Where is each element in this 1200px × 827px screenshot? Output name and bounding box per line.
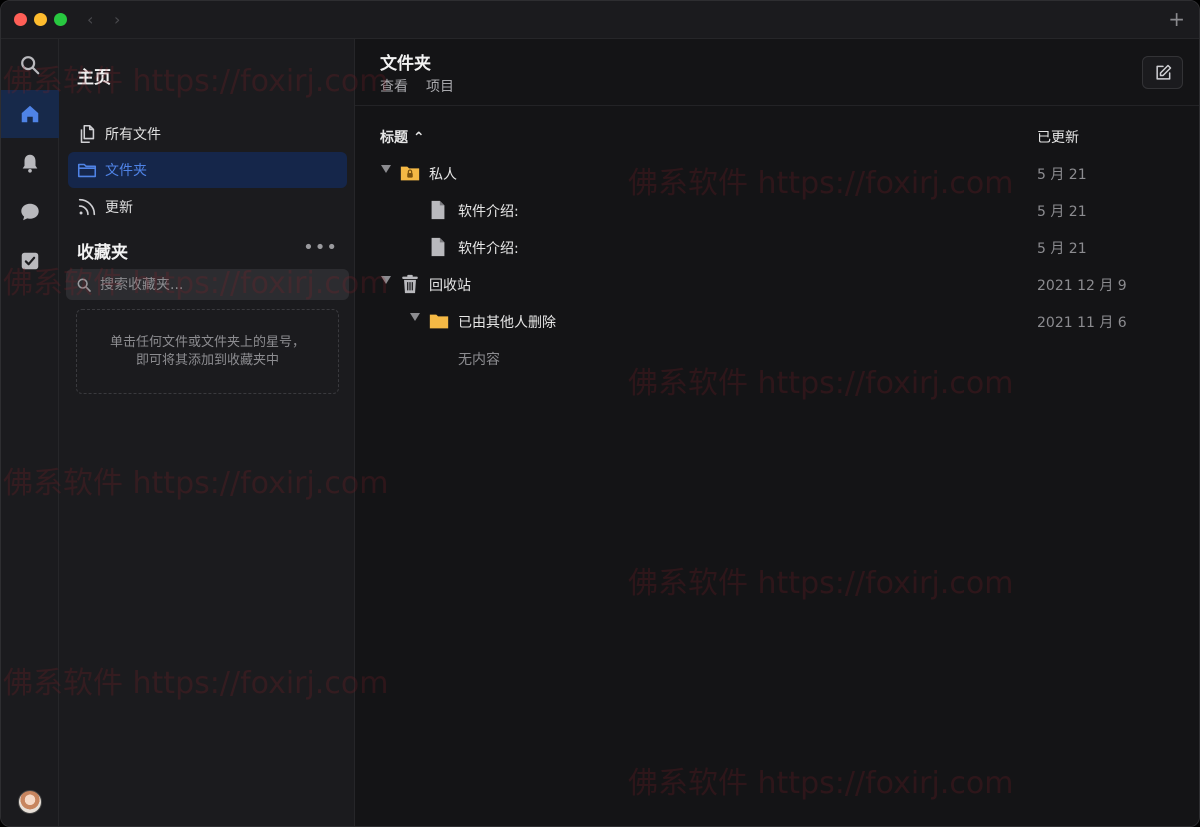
sidebar-item-folders[interactable]: 文件夹 (68, 152, 347, 188)
main-header: 文件夹 查看 项目 (355, 39, 1199, 106)
rail-notifications-button[interactable] (1, 139, 59, 187)
home-icon (21, 105, 39, 123)
tab-view[interactable]: 查看 (380, 76, 408, 96)
bell-icon (22, 154, 38, 173)
expand-caret-icon[interactable] (381, 276, 391, 284)
rail-search-button[interactable] (1, 41, 59, 89)
files-icon (80, 124, 95, 144)
page-title: 文件夹 (380, 54, 431, 74)
rss-icon (78, 198, 96, 216)
expand-caret-icon[interactable] (381, 165, 391, 173)
sidebar-title: 主页 (77, 68, 111, 88)
forward-arrow-icon[interactable]: › (114, 10, 120, 29)
maximize-window-button[interactable] (54, 13, 67, 26)
app-window: ‹ › + 主页 所有文件 文件夹 更新 收藏夹 ••• 搜索收藏夹... 单击… (0, 0, 1200, 827)
sidebar-item-all-files[interactable]: 所有文件 (68, 116, 347, 152)
row-name: 已由其他人删除 (458, 315, 556, 331)
folder-icon (77, 163, 97, 178)
locked-folder-icon (399, 162, 421, 184)
row-name: 软件介绍: (458, 241, 519, 257)
sidebar-item-label: 更新 (105, 200, 133, 216)
sidebar: 主页 所有文件 文件夹 更新 收藏夹 ••• 搜索收藏夹... 单击任何文件或文… (59, 39, 355, 826)
empty-folder-note: 无内容 (458, 352, 500, 368)
rail-home-button[interactable] (1, 90, 59, 138)
row-date: 5 月 21 (1037, 204, 1087, 220)
compose-icon (1155, 64, 1171, 80)
favorites-more-button[interactable]: ••• (303, 237, 338, 258)
sidebar-item-label: 所有文件 (105, 127, 161, 143)
favorites-search-box[interactable] (66, 269, 349, 300)
expand-caret-icon[interactable] (410, 313, 420, 321)
table-row[interactable]: 已由其他人删除 2021 11 月 6 (355, 303, 1199, 340)
minimize-window-button[interactable] (34, 13, 47, 26)
row-date: 2021 11 月 6 (1037, 315, 1127, 331)
row-date: 2021 12 月 9 (1037, 278, 1127, 294)
row-name: 私人 (429, 167, 457, 183)
sidebar-item-updates[interactable]: 更新 (68, 189, 347, 225)
table-row[interactable]: 回收站 2021 12 月 9 (355, 266, 1199, 303)
chat-icon (21, 203, 39, 221)
close-window-button[interactable] (14, 13, 27, 26)
sidebar-item-label: 文件夹 (105, 163, 147, 179)
new-document-button[interactable] (1142, 56, 1183, 89)
icon-rail (1, 39, 59, 826)
table-row[interactable]: 软件介绍: 5 月 21 (355, 192, 1199, 229)
table-row[interactable]: 软件介绍: 5 月 21 (355, 229, 1199, 266)
row-name: 软件介绍: (458, 204, 519, 220)
rail-chat-button[interactable] (1, 188, 59, 236)
rail-tasks-button[interactable] (1, 237, 59, 285)
favorites-title: 收藏夹 (77, 243, 128, 263)
document-icon (427, 199, 449, 221)
column-header-updated[interactable]: 已更新 (1037, 127, 1079, 147)
row-date: 5 月 21 (1037, 241, 1087, 257)
table-row[interactable]: 私人 5 月 21 (355, 155, 1199, 192)
title-bar: ‹ › + (1, 1, 1199, 39)
avatar[interactable] (18, 790, 42, 814)
checkbox-icon (21, 252, 39, 270)
trash-icon (399, 273, 421, 295)
folder-icon (428, 310, 450, 332)
back-arrow-icon[interactable]: ‹ (87, 10, 93, 29)
main-panel: 文件夹 查看 项目 标题 ⌃ 已更新 私人 5 月 21 软件介绍: 5 月 2… (355, 39, 1199, 826)
search-icon (77, 278, 91, 292)
search-icon (21, 56, 40, 75)
column-header-title[interactable]: 标题 ⌃ (380, 127, 425, 147)
document-icon (427, 236, 449, 258)
new-tab-button[interactable]: + (1168, 7, 1185, 31)
row-date: 5 月 21 (1037, 167, 1087, 183)
row-name: 回收站 (429, 278, 471, 294)
tab-projects[interactable]: 项目 (426, 76, 454, 96)
favorites-empty-hint: 单击任何文件或文件夹上的星号，即可将其添加到收藏夹中 (76, 309, 339, 394)
favorites-search-input[interactable] (100, 276, 330, 293)
